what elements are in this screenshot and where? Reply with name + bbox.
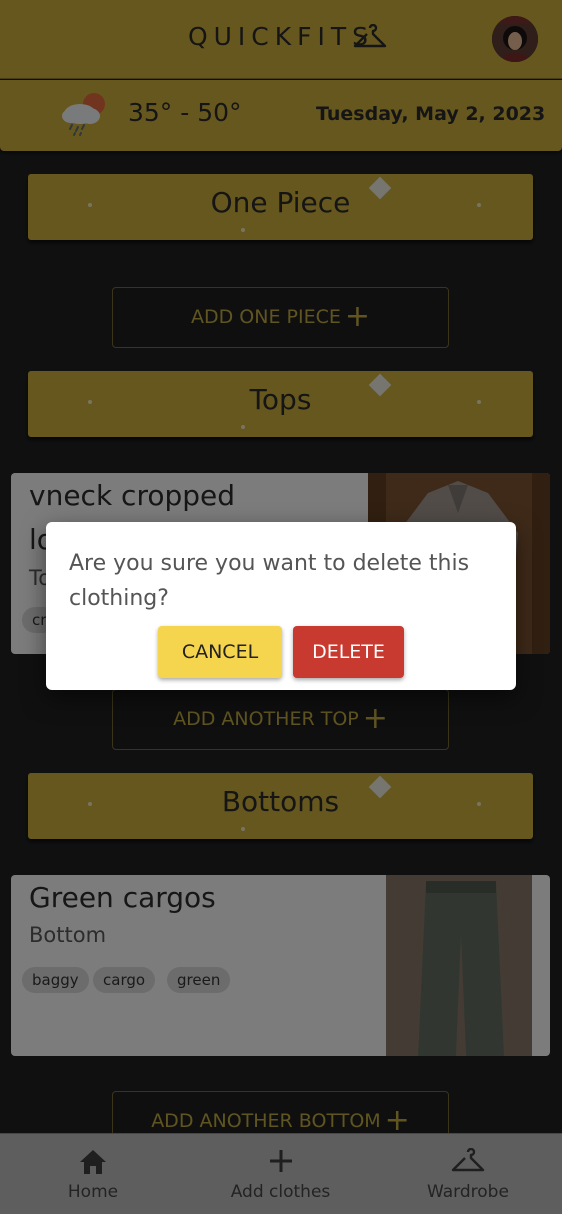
app-page: QUICKFITS 35° - 50° Tuesday, May 2, 2023… <box>0 0 562 1214</box>
delete-confirm-dialog: Are you sure you want to delete this clo… <box>46 522 516 690</box>
delete-button[interactable]: DELETE <box>293 626 404 678</box>
dialog-message: Are you sure you want to delete this clo… <box>69 551 470 611</box>
cancel-button[interactable]: CANCEL <box>158 626 282 678</box>
